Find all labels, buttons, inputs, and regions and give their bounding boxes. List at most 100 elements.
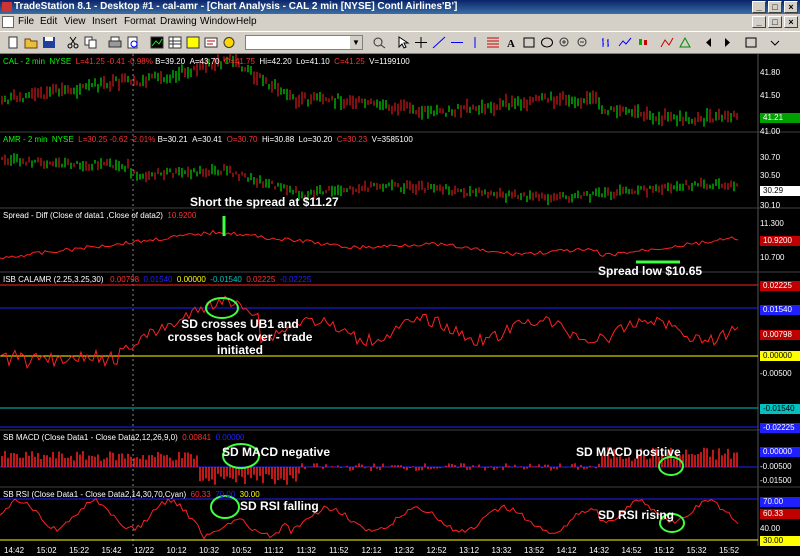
isb-axis-ub1: 0.01540 — [760, 305, 800, 315]
time-axis-label: 14:52 — [621, 546, 642, 555]
menu-window[interactable]: Window — [200, 16, 236, 27]
bar-chart-icon[interactable] — [600, 36, 614, 49]
macd-axis-2: -0.00500 — [760, 462, 792, 471]
time-axis-label: 12:32 — [394, 546, 415, 555]
menu-drawing[interactable]: Drawing — [160, 16, 197, 27]
menu-edit[interactable]: Edit — [40, 16, 57, 27]
time-axis-label: 15:12 — [654, 546, 675, 555]
macd-axis-zero: 0.00000 — [760, 447, 800, 457]
candlestick-icon[interactable] — [636, 36, 650, 49]
symbol-combo[interactable]: ▼ — [245, 35, 363, 50]
time-axis-label: 14:12 — [556, 546, 577, 555]
time-axis-label: 15:52 — [719, 546, 740, 555]
time-axis-label: 15:32 — [686, 546, 707, 555]
expand-icon[interactable] — [744, 36, 758, 49]
print-icon[interactable] — [108, 36, 122, 49]
amr-axis-1: 30.70 — [760, 153, 781, 162]
annotation-sd-cross: SD crosses UB1 and crosses back over - t… — [167, 317, 313, 357]
isb-axis-zero: 0.00000 — [760, 351, 800, 361]
time-axis-label: 14:42 — [4, 546, 25, 555]
isb-axis-value: 0.00798 — [760, 330, 800, 340]
amr-last-price: 30.29 — [760, 186, 800, 196]
fibonacci-icon[interactable] — [486, 36, 500, 49]
toolbar: ▼ A — [0, 31, 800, 54]
macd-axis-3: -0.01500 — [760, 476, 792, 485]
new-icon[interactable] — [6, 36, 20, 49]
rsi-header: SB RSI (Close Data1 - Close Data2,14,30,… — [3, 490, 260, 499]
time-axis-label: 11:12 — [264, 546, 284, 555]
annotation-spread-low: Spread low $10.65 — [598, 264, 703, 278]
annotation-macd-negative: SD MACD negative — [222, 445, 331, 459]
options-icon[interactable] — [768, 36, 782, 49]
cursor-icon[interactable] — [396, 36, 410, 49]
doc-restore-button[interactable]: □ — [768, 16, 782, 28]
time-axis-label: 10:32 — [199, 546, 220, 555]
spread-header: Spread - Diff (Close of data1 ,Close of … — [3, 211, 197, 220]
menu-view[interactable]: View — [64, 16, 86, 27]
amr-header: AMR - 2 min NYSE L=30.25 -0.62 -2.01% B=… — [3, 135, 413, 144]
print-preview-icon[interactable] — [126, 36, 140, 49]
menu-bar: File Edit View Insert Format Drawing Win… — [0, 14, 800, 31]
rsi-axis-30: 30.00 — [760, 536, 800, 546]
ellipse-tool-icon[interactable] — [540, 36, 554, 49]
menu-file[interactable]: File — [18, 16, 34, 27]
vertical-line-icon[interactable] — [468, 36, 482, 49]
doc-minimize-button[interactable]: _ — [752, 16, 766, 28]
trendline-icon[interactable] — [432, 36, 446, 49]
copy-icon[interactable] — [84, 36, 98, 49]
chart-window-icon[interactable] — [150, 36, 164, 49]
horizontal-line-icon[interactable] — [450, 36, 464, 49]
radar-screen-icon[interactable] — [168, 36, 182, 49]
rsi-axis-40: 40.00 — [760, 524, 781, 533]
isb-axis-mid: -0.00500 — [760, 369, 792, 378]
close-button[interactable]: × — [784, 1, 798, 13]
zoom-in-icon[interactable] — [558, 36, 572, 49]
time-axis-label: 11:32 — [296, 546, 316, 555]
menu-format[interactable]: Format — [124, 16, 156, 27]
crosshair-icon[interactable] — [414, 36, 428, 49]
insert-indicator-icon[interactable] — [660, 36, 674, 49]
scroll-left-icon[interactable] — [702, 36, 716, 49]
isb-axis-lb2: -0.02225 — [760, 423, 800, 433]
time-axis-label: 12:12 — [361, 546, 382, 555]
lookup-icon[interactable] — [372, 36, 386, 49]
news-icon[interactable] — [204, 36, 218, 49]
annotation-rsi-falling: SD RSI falling — [240, 499, 319, 513]
document-icon[interactable] — [2, 16, 14, 28]
cut-icon[interactable] — [66, 36, 80, 49]
open-folder-icon[interactable] — [24, 36, 38, 49]
spread-last: 10.9200 — [760, 236, 800, 246]
text-tool-icon[interactable]: A — [504, 36, 518, 49]
annotation-short-spread: Short the spread at $11.27 — [190, 195, 339, 209]
scroll-right-icon[interactable] — [720, 36, 734, 49]
chart-area[interactable] — [0, 54, 800, 556]
cal-axis-2: 41.50 — [760, 91, 781, 100]
save-icon[interactable] — [42, 36, 56, 49]
doc-close-button[interactable]: × — [784, 16, 798, 28]
matrix-icon[interactable] — [186, 36, 200, 49]
annotation-rsi-rising: SD RSI rising — [598, 508, 675, 522]
minimize-button[interactable]: _ — [752, 1, 766, 13]
rsi-axis-70: 70.00 — [760, 497, 800, 507]
menu-help[interactable]: Help — [236, 16, 257, 27]
svg-text:A: A — [507, 38, 515, 49]
spread-axis-3: 10.700 — [760, 253, 785, 262]
cal-last-price: 41.21 — [760, 113, 800, 123]
time-axis-label: 12/22 — [134, 546, 155, 555]
time-axis-label: 13:12 — [459, 546, 480, 555]
rectangle-tool-icon[interactable] — [522, 36, 536, 49]
help-icon[interactable] — [222, 36, 236, 49]
chevron-down-icon[interactable]: ▼ — [350, 36, 362, 49]
strategy-icon[interactable] — [678, 36, 692, 49]
zoom-out-icon[interactable] — [576, 36, 590, 49]
menu-insert[interactable]: Insert — [92, 16, 117, 27]
maximize-button[interactable]: □ — [768, 1, 782, 13]
time-axis-label: 13:52 — [524, 546, 545, 555]
isb-header: ISB CALAMR (2.25,3.25,30) 0.00798 0.0154… — [3, 275, 312, 284]
annotation-macd-positive: SD MACD positive — [576, 445, 681, 459]
title-bar: TradeStation 8.1 - Desktop #1 - cal-amr … — [0, 0, 800, 14]
window-title: TradeStation 8.1 - Desktop #1 - cal-amr … — [14, 1, 458, 12]
time-axis-label: 13:32 — [491, 546, 512, 555]
line-chart-icon[interactable] — [618, 36, 632, 49]
time-axis-label: 15:22 — [69, 546, 90, 555]
